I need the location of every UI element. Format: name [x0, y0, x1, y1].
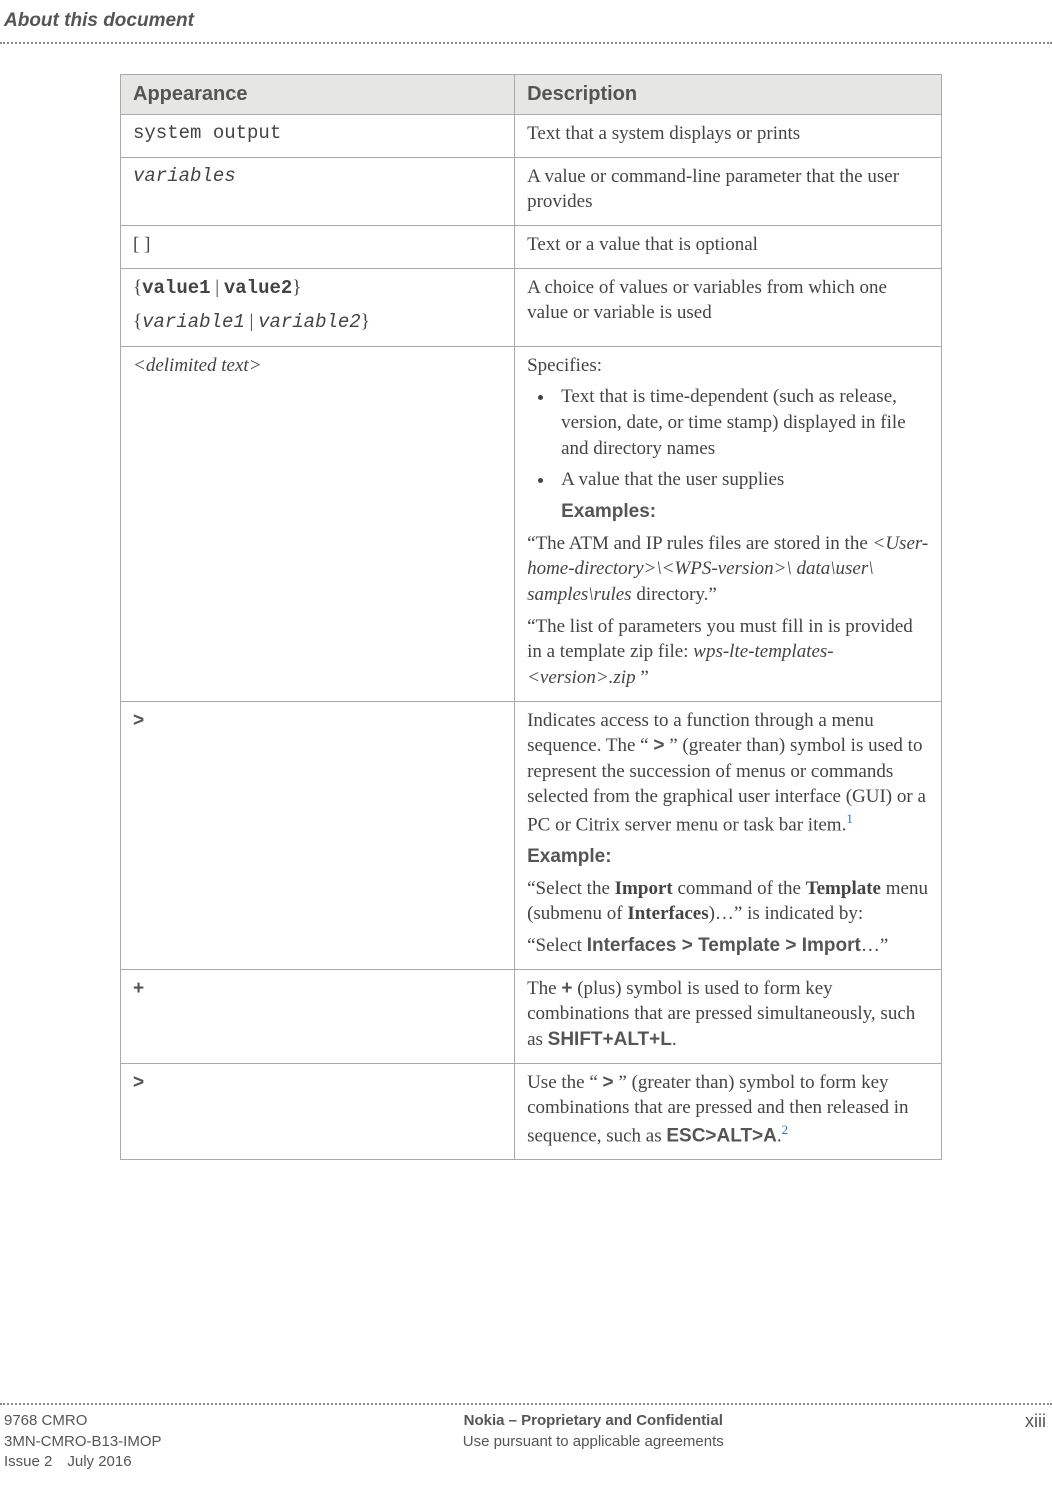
text: “Select [527, 935, 587, 956]
table-row: [ ] Text or a value that is optional [121, 225, 942, 268]
desc-para: Indicates access to a function through a… [527, 708, 929, 839]
footer-left: 9768 CMRO 3MN-CMRO-B13-IMOP Issue 2 July… [4, 1411, 162, 1472]
page-header: About this document [0, 0, 1052, 38]
text: ” [636, 667, 649, 688]
page-footer: 9768 CMRO 3MN-CMRO-B13-IMOP Issue 2 July… [0, 1403, 1052, 1472]
text: command of the [673, 878, 806, 899]
plus-symbol: + [561, 978, 572, 999]
text: “The ATM and IP rules files are stored i… [527, 533, 872, 554]
description-cell: Specifies: Text that is time-dependent (… [515, 346, 942, 701]
specifies-label: Specifies: [527, 353, 929, 379]
divider-bottom [0, 1403, 1052, 1405]
bold-import: Import [615, 878, 673, 899]
example-sentence: “Select the Import command of the Templa… [527, 876, 929, 927]
conventions-table: Appearance Description system output Tex… [120, 74, 942, 1160]
list-item: A value that the user supplies Examples: [555, 467, 929, 524]
value1: value1 [142, 277, 210, 299]
description-cell: Text or a value that is optional [515, 225, 942, 268]
example-1: “The ATM and IP rules files are stored i… [527, 531, 929, 608]
text: directory.” [632, 584, 717, 605]
description-cell: A choice of values or variables from whi… [515, 268, 942, 346]
key-sequence: ESC>ALT>A [666, 1125, 777, 1146]
description-cell: The + (plus) symbol is used to form key … [515, 969, 942, 1063]
menu-path: Interfaces > Template > Import [587, 935, 861, 956]
angle-open: < [133, 355, 146, 376]
table-row: + The + (plus) symbol is used to form ke… [121, 969, 942, 1063]
table-row: variables A value or command-line parame… [121, 157, 942, 225]
page-number: xiii [1025, 1411, 1046, 1472]
angle-close: > [249, 355, 262, 376]
appearance-cell: <delimited text> [121, 346, 515, 701]
key-combo: SHIFT+ALT+L [548, 1029, 672, 1050]
list-item: Text that is time-dependent (such as rel… [555, 384, 929, 461]
example-2: “The list of parameters you must fill in… [527, 614, 929, 691]
col-header-description: Description [515, 75, 942, 115]
text: Use the “ [527, 1072, 602, 1093]
variable1: variable1 [142, 311, 245, 333]
text: The [527, 978, 561, 999]
bullet-text: A value that the user supplies [561, 467, 929, 493]
divider-top [0, 42, 1052, 44]
brace-close: } [361, 311, 370, 332]
text: )…” is indicated by: [709, 903, 864, 924]
proprietary-line: Nokia – Proprietary and Confidential [463, 1411, 724, 1431]
bold-interfaces: Interfaces [627, 903, 708, 924]
brace-open: { [133, 311, 142, 332]
brace-close: } [292, 277, 301, 298]
col-header-appearance: Appearance [121, 75, 515, 115]
pipe-sep: | [245, 311, 258, 332]
bullet-list: Text that is time-dependent (such as rel… [555, 384, 929, 524]
table-row: > Use the “ > ” (greater than) symbol to… [121, 1063, 942, 1159]
variable2: variable2 [258, 311, 361, 333]
description-cell: Use the “ > ” (greater than) symbol to f… [515, 1063, 942, 1159]
pipe-sep: | [211, 277, 224, 298]
text: …” [861, 935, 888, 956]
issue-date: Issue 2 July 2016 [4, 1452, 162, 1472]
appearance-cell: system output [121, 115, 515, 158]
example-menu-path: “Select Interfaces > Template > Import…” [527, 933, 929, 959]
table-row: > Indicates access to a function through… [121, 701, 942, 969]
delimited-text: delimited text [146, 355, 249, 376]
value2: value2 [224, 277, 292, 299]
appearance-cell: > [121, 1063, 515, 1159]
description-cell: Text that a system displays or prints [515, 115, 942, 158]
appearance-cell: + [121, 969, 515, 1063]
description-cell: Indicates access to a function through a… [515, 701, 942, 969]
appearance-cell: {value1 | value2} {variable1 | variable2… [121, 268, 515, 346]
example-label: Example: [527, 844, 929, 870]
agreements-line: Use pursuant to applicable agreements [463, 1432, 724, 1452]
text: “Select the [527, 878, 615, 899]
gt-symbol: > [603, 1072, 614, 1093]
doc-number: 9768 CMRO [4, 1411, 162, 1431]
footnote-ref-2[interactable]: 2 [782, 1122, 789, 1137]
gt-symbol: > [653, 735, 664, 756]
description-cell: A value or command-line parameter that t… [515, 157, 942, 225]
footnote-ref-1[interactable]: 1 [846, 811, 853, 826]
examples-label: Examples: [561, 499, 929, 525]
appearance-cell: [ ] [121, 225, 515, 268]
table-row: system output Text that a system display… [121, 115, 942, 158]
table-header-row: Appearance Description [121, 75, 942, 115]
footer-center: Nokia – Proprietary and Confidential Use… [463, 1411, 724, 1472]
table-row: <delimited text> Specifies: Text that is… [121, 346, 942, 701]
bold-template: Template [806, 878, 881, 899]
brace-open: { [133, 277, 142, 298]
table-row: {value1 | value2} {variable1 | variable2… [121, 268, 942, 346]
appearance-cell: variables [121, 157, 515, 225]
doc-code: 3MN-CMRO-B13-IMOP [4, 1432, 162, 1452]
conventions-table-wrap: Appearance Description system output Tex… [120, 74, 942, 1160]
appearance-cell: > [121, 701, 515, 969]
text: . [672, 1029, 677, 1050]
